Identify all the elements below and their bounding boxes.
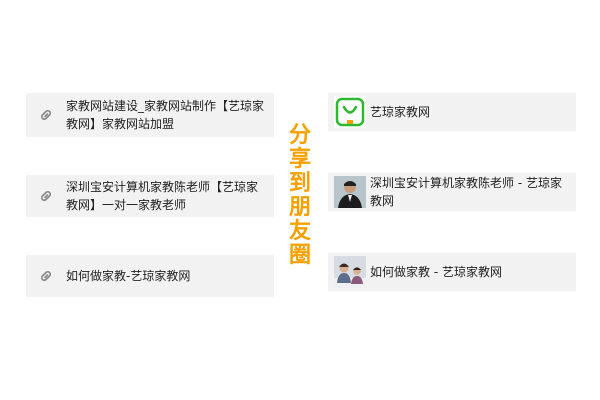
share-card-label: 家教网站建设_家教网站制作【艺琼家教网】家教网站加盟 xyxy=(66,99,265,131)
share-card-label: 深圳宝安计算机家教陈老师【艺琼家教网】一对一家教老师 xyxy=(66,180,259,212)
site-logo-icon xyxy=(334,96,366,128)
share-card-link-2[interactable]: 深圳宝安计算机家教陈老师【艺琼家教网】一对一家教老师 xyxy=(26,175,274,217)
share-card-link-3[interactable]: 如何做家教-艺琼家教网 xyxy=(26,255,274,297)
link-icon xyxy=(26,188,66,204)
share-card-thumb-2[interactable]: 深圳宝安计算机家教陈老师 - 艺琼家教网 xyxy=(328,173,576,211)
share-card-label: 如何做家教-艺琼家教网 xyxy=(66,269,191,283)
share-to-moments-title: 分享到朋友圈 xyxy=(288,123,311,268)
share-card-thumb-1[interactable]: 艺琼家教网 xyxy=(328,93,576,131)
share-card-label: 深圳宝安计算机家教陈老师 - 艺琼家教网 xyxy=(370,176,562,208)
link-icon xyxy=(26,268,66,284)
study-photo-icon xyxy=(334,256,366,288)
share-card-link-1[interactable]: 家教网站建设_家教网站制作【艺琼家教网】家教网站加盟 xyxy=(26,93,274,137)
share-card-label: 艺琼家教网 xyxy=(370,105,431,119)
share-card-label: 如何做家教 - 艺琼家教网 xyxy=(370,265,502,279)
share-card-thumb-3[interactable]: 如何做家教 - 艺琼家教网 xyxy=(328,253,576,291)
link-icon xyxy=(26,107,66,123)
teacher-photo-icon xyxy=(334,176,366,208)
